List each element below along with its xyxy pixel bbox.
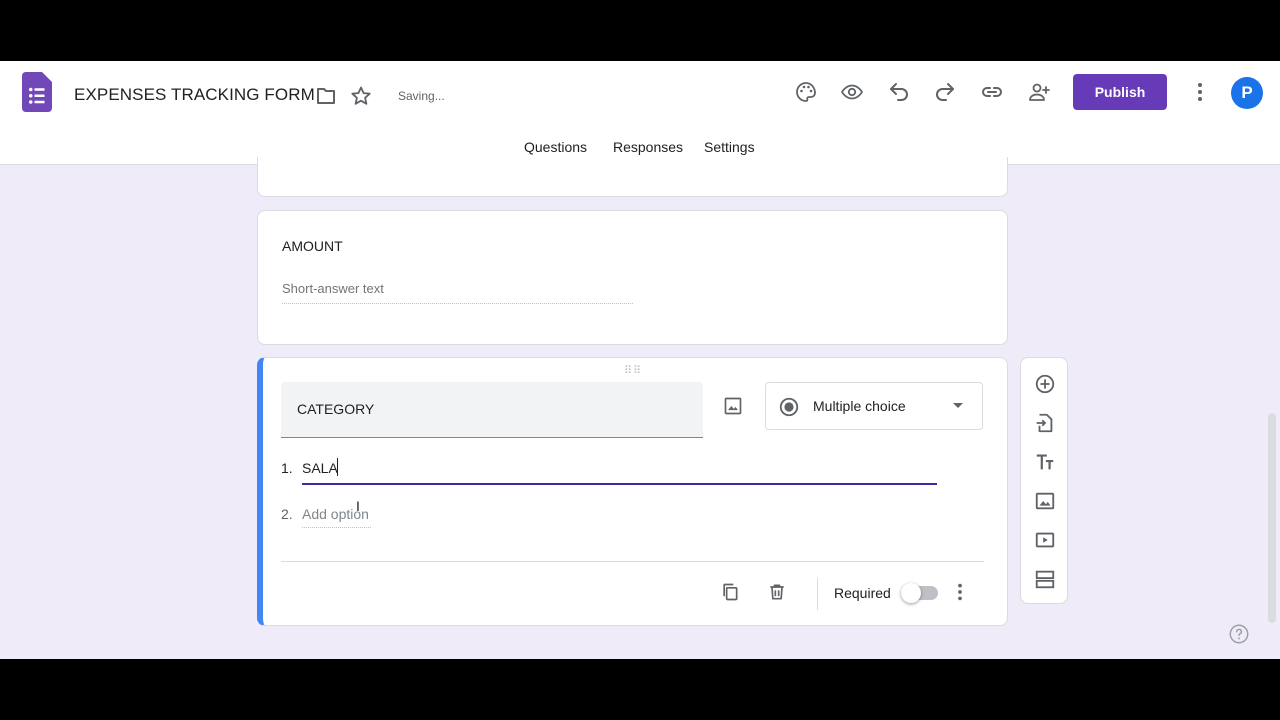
text-caret bbox=[337, 458, 338, 476]
question-card-amount[interactable]: AMOUNT Short-answer text bbox=[257, 210, 1008, 345]
question-type-label: Multiple choice bbox=[813, 398, 906, 414]
form-title[interactable]: EXPENSES TRACKING FORM bbox=[74, 85, 315, 105]
option-number: 2. bbox=[281, 506, 293, 522]
more-vert-icon[interactable] bbox=[1180, 72, 1220, 112]
question-title: CATEGORY bbox=[297, 401, 375, 417]
image-icon[interactable] bbox=[716, 389, 750, 423]
option-number: 1. bbox=[281, 460, 293, 476]
add-option-underline bbox=[302, 527, 371, 528]
drag-handle-icon[interactable]: ⠿⠿ bbox=[624, 364, 642, 377]
duplicate-icon[interactable] bbox=[710, 572, 750, 612]
add-section-icon[interactable] bbox=[1025, 559, 1065, 599]
header: EXPENSES TRACKING FORM Saving... Publish bbox=[0, 61, 1280, 165]
add-image-icon[interactable] bbox=[1025, 481, 1065, 521]
palette-icon[interactable] bbox=[786, 72, 826, 112]
forms-logo-icon[interactable] bbox=[17, 72, 57, 112]
side-toolbar bbox=[1020, 357, 1068, 604]
previous-question-card[interactable] bbox=[257, 157, 1008, 197]
redo-icon[interactable] bbox=[925, 72, 965, 112]
option-input[interactable]: SALA bbox=[302, 460, 338, 476]
short-answer-placeholder: Short-answer text bbox=[282, 281, 384, 296]
required-label: Required bbox=[834, 585, 891, 601]
saving-status: Saving... bbox=[398, 89, 445, 103]
add-question-icon[interactable] bbox=[1025, 364, 1065, 404]
question-title: AMOUNT bbox=[282, 238, 343, 254]
help-icon[interactable] bbox=[1228, 623, 1252, 647]
tab-settings[interactable]: Settings bbox=[704, 139, 755, 155]
folder-icon[interactable] bbox=[306, 76, 346, 116]
add-title-icon[interactable] bbox=[1025, 442, 1065, 482]
person-add-icon[interactable] bbox=[1019, 72, 1059, 112]
delete-icon[interactable] bbox=[757, 572, 797, 612]
option-input-underline bbox=[302, 483, 937, 485]
import-questions-icon[interactable] bbox=[1025, 403, 1065, 443]
required-toggle[interactable] bbox=[901, 583, 938, 603]
short-answer-underline bbox=[282, 303, 633, 304]
footer-vertical-divider bbox=[817, 578, 818, 610]
eye-icon[interactable] bbox=[832, 72, 872, 112]
radio-button-icon bbox=[779, 397, 799, 417]
question-card-category[interactable]: ⠿⠿ CATEGORY Multiple choice 1. SALA 2. A… bbox=[257, 357, 1008, 626]
question-type-select[interactable]: Multiple choice bbox=[765, 382, 983, 430]
link-icon[interactable] bbox=[972, 72, 1012, 112]
tab-responses[interactable]: Responses bbox=[613, 139, 683, 155]
question-title-field[interactable]: CATEGORY bbox=[281, 382, 703, 438]
chevron-down-icon bbox=[953, 403, 963, 408]
more-vert-icon[interactable] bbox=[940, 572, 980, 612]
forms-editor: EXPENSES TRACKING FORM Saving... Publish bbox=[0, 61, 1280, 659]
star-icon[interactable] bbox=[341, 76, 381, 116]
mouse-ibeam-cursor-icon: I bbox=[356, 498, 360, 514]
toggle-knob bbox=[901, 583, 921, 603]
undo-icon[interactable] bbox=[879, 72, 919, 112]
add-video-icon[interactable] bbox=[1025, 520, 1065, 560]
card-footer-divider bbox=[281, 561, 984, 562]
scrollbar-thumb[interactable] bbox=[1268, 413, 1276, 623]
tab-questions[interactable]: Questions bbox=[524, 139, 587, 155]
avatar[interactable]: P bbox=[1231, 77, 1263, 109]
publish-button[interactable]: Publish bbox=[1073, 74, 1167, 110]
